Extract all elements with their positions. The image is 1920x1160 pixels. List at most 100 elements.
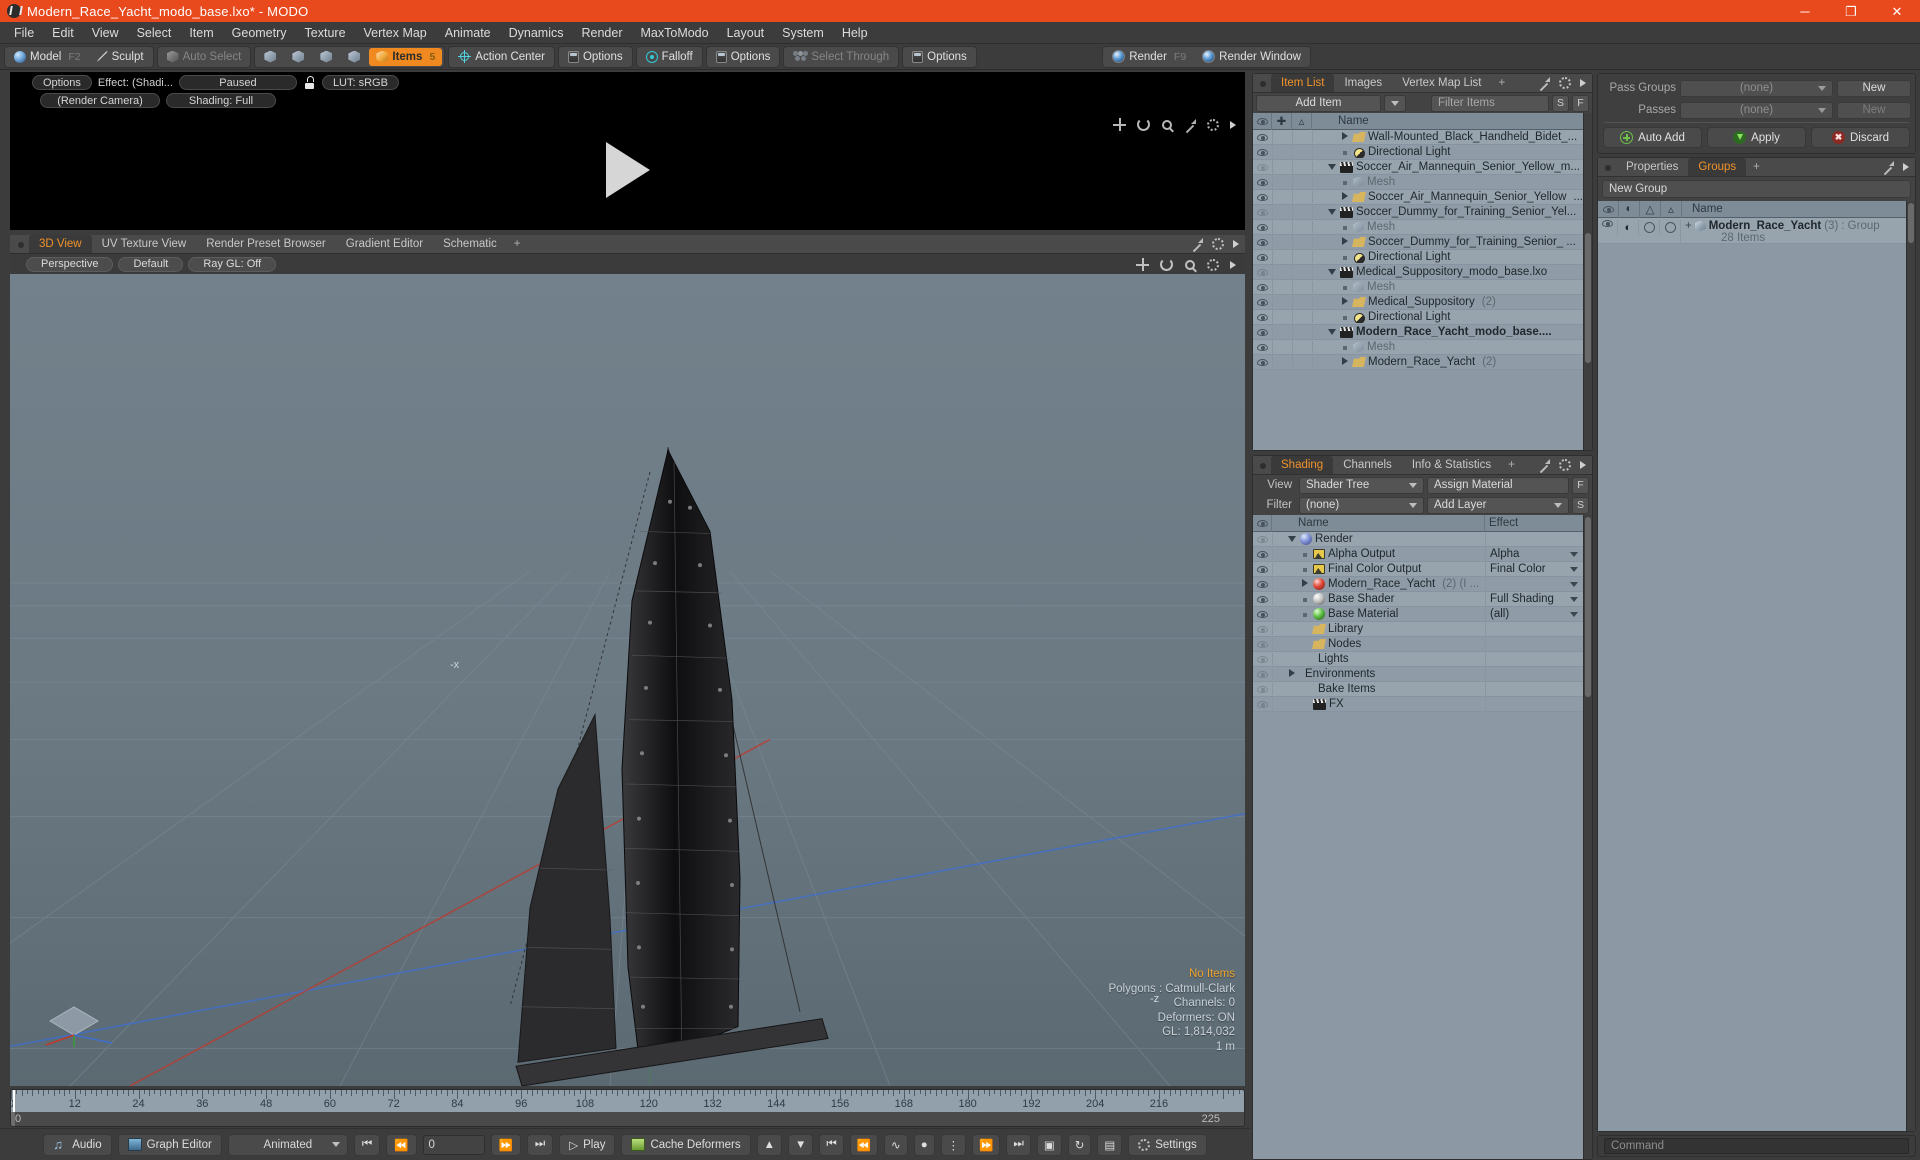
falloff-options-button[interactable]: Options xyxy=(709,48,778,66)
visibility-eye-icon[interactable] xyxy=(1253,595,1272,603)
preview-effect-label[interactable]: Effect: (Shadi... xyxy=(98,77,173,89)
preview-shading-button[interactable]: Shading: Full xyxy=(166,93,276,108)
tab-add-button[interactable]: + xyxy=(507,235,528,253)
collapse-triangle-icon[interactable] xyxy=(1326,328,1337,337)
lock-cell[interactable] xyxy=(1272,174,1292,190)
action-center-options-button[interactable]: Options xyxy=(561,48,630,66)
table-row[interactable]: Library xyxy=(1253,621,1583,637)
gear-icon[interactable] xyxy=(1207,118,1219,131)
visibility-eye-icon[interactable] xyxy=(1253,670,1272,678)
chevron-down-icon[interactable] xyxy=(1570,581,1578,587)
transform-cell[interactable] xyxy=(1292,309,1312,325)
go-to-end-button[interactable]: ⏭ xyxy=(526,1133,554,1156)
name-cell[interactable]: Lights xyxy=(1272,653,1485,665)
new-pass-group-button[interactable]: New xyxy=(1837,79,1911,97)
groups-expand-icon[interactable] xyxy=(1882,161,1894,173)
visibility-eye-icon[interactable] xyxy=(1253,343,1272,351)
model-mode-button[interactable]: Model F2 xyxy=(7,48,88,66)
lock-cell[interactable] xyxy=(1272,324,1292,340)
next-frame-button[interactable]: ⏩ xyxy=(490,1133,521,1156)
visibility-eye-icon[interactable] xyxy=(1253,328,1272,336)
lock-cell[interactable] xyxy=(1272,144,1292,160)
table-row[interactable]: Soccer_Air_Mannequin_Senior_Yellow_m... xyxy=(1253,159,1583,175)
table-row[interactable]: Wall-Mounted_Black_Handheld_Bidet_... xyxy=(1253,130,1583,145)
visibility-eye-icon[interactable] xyxy=(1253,655,1272,663)
expand-icon[interactable] xyxy=(1184,118,1196,131)
item-list-menu-dot-icon[interactable] xyxy=(1260,81,1266,87)
tab-render-preset-browser[interactable]: Render Preset Browser xyxy=(196,235,336,253)
menu-maxtomodo[interactable]: MaxToModo xyxy=(632,23,718,43)
visibility-eye-icon[interactable] xyxy=(1253,163,1272,171)
visibility-eye-icon[interactable] xyxy=(1253,610,1272,618)
effect-cell[interactable] xyxy=(1485,696,1583,712)
menu-help[interactable]: Help xyxy=(833,23,877,43)
groups-chevron-icon[interactable] xyxy=(1903,163,1909,171)
effect-cell[interactable]: Full Shading xyxy=(1485,591,1583,607)
name-cell[interactable]: Mesh xyxy=(1312,341,1583,353)
collapse-triangle-icon[interactable] xyxy=(1326,268,1337,277)
visibility-eye-icon[interactable] xyxy=(1253,640,1272,648)
lock-cell[interactable] xyxy=(1272,309,1292,325)
groups-list-rows[interactable]: ◐ + Modern_Race_Yacht (3) : Group 28 Ite… xyxy=(1598,218,1906,1131)
transform-cell[interactable] xyxy=(1292,174,1312,190)
go-to-start-button[interactable]: ⏮ xyxy=(353,1133,381,1156)
viewport-rotate-icon[interactable] xyxy=(1160,258,1173,271)
name-cell[interactable]: Alpha Output xyxy=(1272,548,1485,560)
tab-gradient-editor[interactable]: Gradient Editor xyxy=(336,235,433,253)
shader-tree-dropdown[interactable]: Shader Tree xyxy=(1299,476,1424,494)
transform-cell[interactable] xyxy=(1292,130,1312,145)
graph-editor-button[interactable]: Graph Editor xyxy=(117,1133,222,1156)
next-key-button[interactable]: ⏩ xyxy=(972,1133,1001,1156)
current-frame-field[interactable]: 0 xyxy=(422,1134,485,1155)
table-row[interactable]: Mesh xyxy=(1253,279,1583,295)
visibility-eye-icon[interactable] xyxy=(1253,580,1272,588)
menu-vertex-map[interactable]: Vertex Map xyxy=(355,23,436,43)
timeline-playhead[interactable] xyxy=(13,1090,15,1112)
lock-cell[interactable] xyxy=(1272,234,1292,250)
visibility-eye-icon[interactable] xyxy=(1253,298,1272,306)
expand-triangle-icon[interactable] xyxy=(1339,132,1350,142)
render-window-button[interactable]: Render Window xyxy=(1195,48,1308,66)
lock-cell[interactable] xyxy=(1272,339,1292,355)
key-down-button[interactable]: ▼ xyxy=(787,1133,814,1156)
shading-gear-icon[interactable] xyxy=(1559,459,1571,471)
transform-cell[interactable] xyxy=(1292,294,1312,310)
pass-groups-dropdown[interactable]: (none) xyxy=(1680,79,1833,97)
name-cell[interactable]: Wall-Mounted_Black_Handheld_Bidet_... xyxy=(1312,131,1583,143)
chevron-down-icon[interactable] xyxy=(1570,611,1578,617)
new-pass-button[interactable]: New xyxy=(1837,101,1911,119)
table-row[interactable]: Directional Light xyxy=(1253,144,1583,160)
menu-item[interactable]: Item xyxy=(180,23,222,43)
name-cell[interactable]: Mesh xyxy=(1312,221,1583,233)
name-cell[interactable]: Library xyxy=(1272,623,1485,635)
minimize-button[interactable]: ─ xyxy=(1782,0,1828,22)
new-group-button[interactable]: New Group xyxy=(1602,180,1911,198)
vertices-mode-button[interactable] xyxy=(257,48,283,66)
expand-triangle-icon[interactable] xyxy=(1286,669,1297,679)
timeline-range-bar[interactable]: 0 225 xyxy=(11,1112,1244,1126)
visibility-eye-icon[interactable] xyxy=(1253,550,1272,558)
group-expand-plus-icon[interactable]: + xyxy=(1685,220,1692,232)
group-row-modern-race-yacht[interactable]: ◐ + Modern_Race_Yacht (3) : Group 28 Ite… xyxy=(1598,218,1906,244)
viewport-pan-icon[interactable] xyxy=(1136,258,1149,271)
3d-viewport[interactable]: -x -z No Items Polygons : Catmull-Clark … xyxy=(10,274,1245,1086)
visibility-eye-icon[interactable] xyxy=(1253,238,1272,246)
table-row[interactable]: Base Material (all) xyxy=(1253,606,1583,622)
delete-key-button[interactable]: ⋮ xyxy=(940,1133,967,1156)
visibility-eye-icon[interactable] xyxy=(1253,148,1272,156)
chevron-down-icon[interactable] xyxy=(1570,566,1578,572)
select-through-button[interactable]: Select Through xyxy=(786,48,896,66)
settings-button[interactable]: Settings xyxy=(1128,1133,1207,1156)
viewport-gear-icon[interactable] xyxy=(1207,258,1219,271)
shading-s-button[interactable]: S xyxy=(1572,496,1589,514)
tab-item-list[interactable]: Item List xyxy=(1271,74,1335,92)
viewport-expand-icon[interactable] xyxy=(1191,238,1203,250)
visibility-eye-icon[interactable] xyxy=(1253,700,1272,708)
first-key-button[interactable]: ⏮ xyxy=(819,1133,844,1156)
lock-cell[interactable] xyxy=(1272,159,1292,175)
name-cell[interactable]: Soccer_Air_Mannequin_Senior_Yellow_m... xyxy=(1312,161,1583,173)
view-mode-button[interactable]: Perspective xyxy=(26,256,114,272)
item-list-chevron-icon[interactable] xyxy=(1580,79,1586,87)
name-cell[interactable]: Mesh xyxy=(1312,281,1583,293)
ray-gl-button[interactable]: Ray GL: Off xyxy=(188,256,277,272)
